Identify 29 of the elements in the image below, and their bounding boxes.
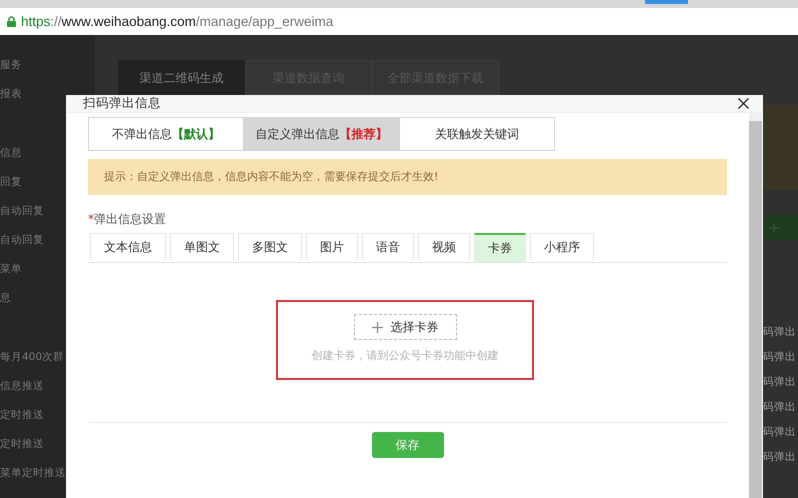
select-coupon-button[interactable]: 选择卡券	[354, 314, 456, 340]
hint-text: 创建卡券，请到公众号卡券功能中创建	[312, 348, 498, 363]
browser-tab[interactable]	[645, 0, 688, 4]
content-tab[interactable]: 视频	[418, 233, 470, 261]
content-tab[interactable]: 卡券	[474, 233, 526, 262]
dialog-title: 扫码弹出信息	[83, 95, 161, 112]
content-tab[interactable]: 小程序	[530, 233, 594, 261]
table-cell-text: 码弹出	[763, 325, 797, 340]
sidebar-item[interactable]: 服务	[0, 51, 95, 80]
table-cell-text: 码弹出	[763, 450, 797, 465]
table-cell-text: 码弹出	[763, 400, 797, 415]
close-icon[interactable]	[738, 98, 749, 109]
section-label: *弹出信息设置	[88, 211, 167, 228]
page-tab[interactable]: 渠道二维码生成	[118, 60, 245, 95]
content-tab[interactable]: 单图文	[170, 233, 234, 261]
plus-icon	[769, 222, 779, 232]
table-cell-text: 码弹出	[763, 425, 797, 440]
lock-icon	[7, 16, 16, 27]
mode-tab[interactable]: 自定义弹出信息【推荐】	[243, 118, 399, 150]
table-cell-text: 码弹出	[763, 350, 797, 365]
content-tab[interactable]: 语音	[362, 233, 414, 261]
table-cell-text: 码弹出	[763, 375, 797, 390]
add-button[interactable]	[763, 215, 798, 240]
content-tab[interactable]: 多图文	[238, 233, 302, 261]
content-tab[interactable]: 图片	[306, 233, 358, 261]
notice-banner: 提示：自定义弹出信息，信息内容不能为空，需要保存提交后才生效!	[88, 159, 727, 195]
save-button[interactable]: 保存	[372, 432, 444, 458]
plus-icon	[372, 322, 382, 332]
content-tab[interactable]: 文本信息	[90, 233, 166, 261]
